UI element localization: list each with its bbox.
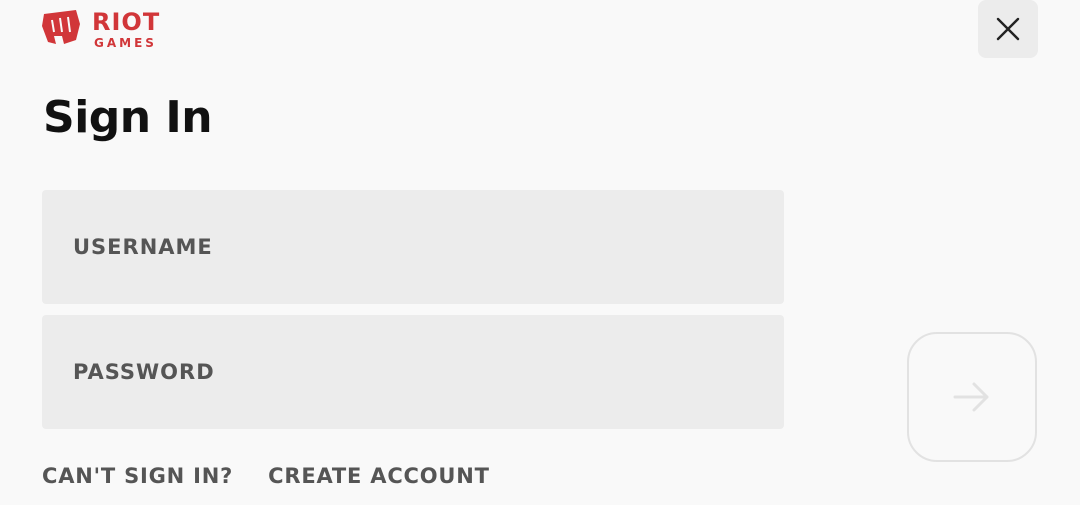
logo-wordmark-riot: RIOT [92, 8, 160, 36]
riot-fist-icon: RIOT GAMES [42, 8, 160, 50]
close-button[interactable] [978, 0, 1038, 58]
riot-games-logo: RIOT GAMES [42, 6, 174, 50]
sign-in-page: RIOT GAMES Sign In CAN'T SIGN IN? CREATE… [0, 0, 1080, 505]
username-field[interactable] [42, 190, 784, 304]
password-field[interactable] [42, 315, 784, 429]
close-icon [996, 17, 1020, 41]
sign-in-submit-button[interactable] [907, 332, 1037, 462]
create-account-link[interactable]: CREATE ACCOUNT [268, 464, 490, 488]
page-title: Sign In [43, 92, 213, 143]
footer-links: CAN'T SIGN IN? CREATE ACCOUNT [42, 464, 490, 488]
logo-wordmark-games: GAMES [94, 36, 157, 50]
cant-sign-in-link[interactable]: CAN'T SIGN IN? [42, 464, 233, 488]
arrow-right-icon [953, 382, 989, 412]
